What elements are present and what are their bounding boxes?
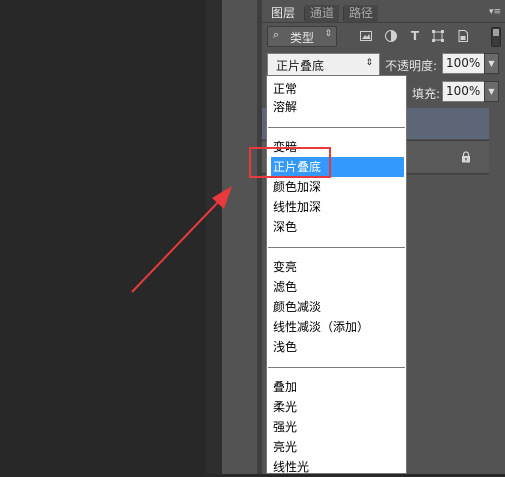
tab-paths[interactable]: 路径 bbox=[344, 5, 379, 22]
image-filter-icon[interactable] bbox=[359, 29, 373, 43]
annotation-arrow-icon bbox=[131, 186, 232, 293]
blend-option-lighter-color[interactable]: 浅色 bbox=[271, 337, 404, 357]
blend-option-linear-light[interactable]: 线性光 bbox=[271, 457, 404, 477]
shape-filter-icon[interactable] bbox=[431, 29, 445, 43]
blend-options-row: 正片叠底 ⇕ 不透明度: 100% ▼ bbox=[262, 53, 505, 77]
tab-underline bbox=[262, 22, 505, 23]
blend-option-soft-light[interactable]: 柔光 bbox=[271, 397, 404, 417]
lock-icon bbox=[461, 151, 471, 166]
tab-channels[interactable]: 通道 bbox=[305, 5, 340, 22]
menu-separator bbox=[268, 247, 405, 248]
filter-type-select[interactable]: ⌕ 类型 ⇕ bbox=[267, 26, 337, 47]
blend-option-lighten[interactable]: 变亮 bbox=[271, 257, 404, 277]
annotation-highlight-box bbox=[249, 147, 331, 178]
adjustment-filter-icon[interactable] bbox=[384, 29, 398, 43]
blend-option-normal[interactable]: 正常 bbox=[271, 79, 404, 99]
updown-arrows-icon: ⇕ bbox=[365, 58, 373, 68]
menu-separator bbox=[268, 367, 405, 368]
blend-option-hard-light[interactable]: 强光 bbox=[271, 417, 404, 437]
filter-toggle-switch[interactable] bbox=[491, 27, 501, 47]
blend-mode-value: 正片叠底 bbox=[276, 59, 325, 73]
blend-option-linear-dodge[interactable]: 线性减淡（添加） bbox=[271, 317, 404, 337]
tab-layers[interactable]: 图层 bbox=[266, 5, 301, 22]
blend-option-overlay[interactable]: 叠加 bbox=[271, 377, 404, 397]
blend-option-vivid-light[interactable]: 亮光 bbox=[271, 437, 404, 457]
smart-object-filter-icon[interactable] bbox=[456, 29, 470, 43]
type-filter-icon[interactable]: T bbox=[408, 29, 422, 43]
blend-option-screen[interactable]: 滤色 bbox=[271, 277, 404, 297]
blend-mode-select[interactable]: 正片叠底 ⇕ bbox=[267, 53, 380, 76]
blend-option-dissolve[interactable]: 溶解 bbox=[271, 97, 404, 117]
fill-label: 填充: bbox=[412, 87, 441, 101]
layer-filter-row: ⌕ 类型 ⇕ T bbox=[262, 26, 505, 48]
filter-type-label: 类型 bbox=[290, 31, 315, 45]
opacity-label: 不透明度: bbox=[385, 59, 438, 73]
fill-dropdown-button[interactable]: ▼ bbox=[484, 81, 499, 102]
opacity-dropdown-button[interactable]: ▼ bbox=[484, 53, 499, 74]
panel-tabs: 图层 通道 路径 ▾≡ bbox=[262, 5, 505, 22]
blend-option-color-burn[interactable]: 颜色加深 bbox=[271, 177, 404, 197]
search-icon: ⌕ bbox=[273, 28, 280, 41]
blend-mode-dropdown: 正常 溶解 变暗 正片叠底 颜色加深 线性加深 深色 变亮 滤色 颜色减淡 线性… bbox=[266, 75, 407, 474]
blend-option-darker-color[interactable]: 深色 bbox=[271, 217, 404, 237]
opacity-input[interactable]: 100% bbox=[442, 53, 486, 74]
fill-input[interactable]: 100% bbox=[442, 81, 486, 102]
blend-option-linear-burn[interactable]: 线性加深 bbox=[271, 197, 404, 217]
updown-arrows-icon: ⇕ bbox=[324, 29, 332, 39]
panel-menu-icon[interactable]: ▾≡ bbox=[489, 7, 501, 17]
menu-separator bbox=[268, 127, 405, 128]
blend-option-color-dodge[interactable]: 颜色减淡 bbox=[271, 297, 404, 317]
